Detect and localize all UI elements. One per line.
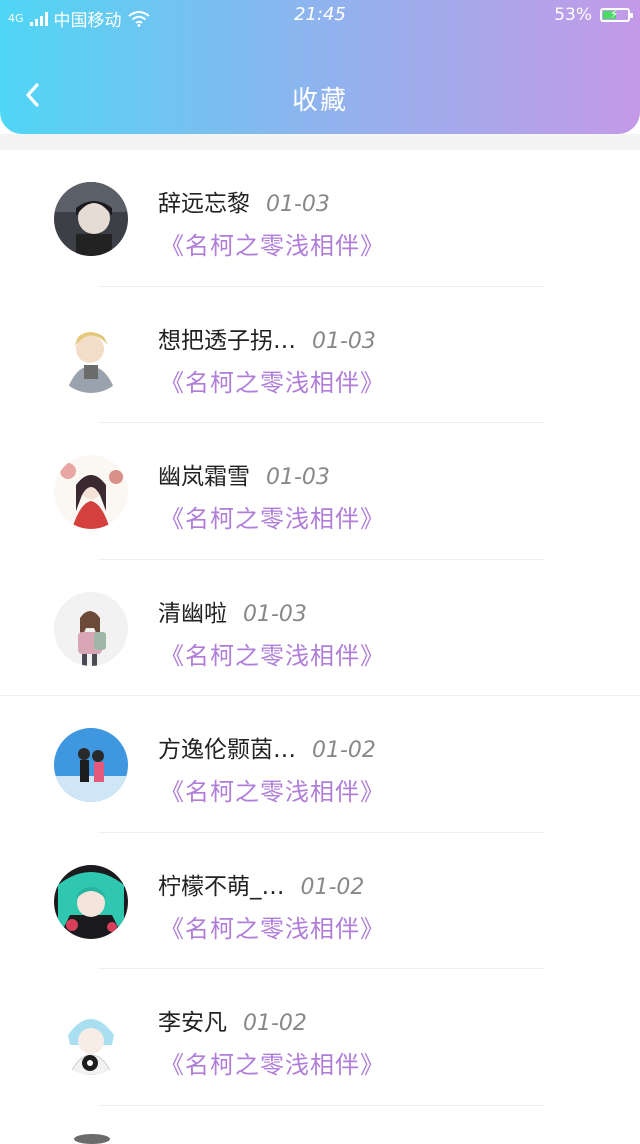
item-header: 清幽啦 01-03 <box>158 594 307 628</box>
book-title-link[interactable]: 《名柯之零浅相伴》 <box>160 772 385 807</box>
item-date: 01-03 <box>312 328 376 354</box>
book-title-link[interactable]: 《名柯之零浅相伴》 <box>160 499 385 534</box>
battery-percent: 53% <box>554 5 592 25</box>
item-date: 01-02 <box>312 738 376 763</box>
status-right: 53% ⚡ <box>554 5 633 25</box>
user-name[interactable]: 柠檬不萌_… <box>158 867 285 901</box>
book-title-link[interactable]: 《名柯之零浅相伴》 <box>160 636 385 671</box>
status-time: 21:45 <box>294 4 346 25</box>
book-title-link[interactable]: 《名柯之零浅相伴》 <box>160 363 385 398</box>
list-item[interactable]: 李安凡 01-02 《名柯之零浅相伴》 <box>0 969 640 1106</box>
battery-icon: ⚡ <box>600 7 633 22</box>
section-spacer <box>0 134 640 150</box>
list-item[interactable]: 柠檬不萌_… 01-02 《名柯之零浅相伴》 <box>0 833 640 969</box>
page-title: 收藏 <box>291 86 348 116</box>
item-date: 01-03 <box>266 192 330 217</box>
avatar[interactable] <box>54 728 128 802</box>
avatar[interactable] <box>54 591 128 666</box>
header-bar: 4G 中国移动 21:45 53% ⚡ 收藏 <box>0 0 640 134</box>
avatar[interactable] <box>54 318 128 393</box>
list-item[interactable]: 清幽啦 01-03 《名柯之零浅相伴》 <box>0 560 640 696</box>
item-header: 幽岚霜雪 01-03 <box>158 457 330 491</box>
charging-icon: ⚡ <box>610 7 619 21</box>
user-name[interactable]: 想把透子拐… <box>158 321 296 355</box>
book-title-link[interactable]: 《名柯之零浅相伴》 <box>160 909 385 944</box>
status-bar: 4G 中国移动 21:45 53% ⚡ <box>0 0 640 31</box>
user-name[interactable]: 幽岚霜雪 <box>158 457 250 491</box>
avatar[interactable] <box>54 182 128 256</box>
divider <box>98 1104 544 1106</box>
item-date: 01-03 <box>266 465 330 490</box>
user-name[interactable]: 方逸伦颢茵… <box>158 730 296 764</box>
item-header: 李安凡 01-02 <box>158 1003 307 1037</box>
list-item[interactable]: 辞远忘黎 01-03 《名柯之零浅相伴》 <box>0 150 640 287</box>
item-header: 想把透子拐… 01-03 <box>158 321 376 355</box>
item-date: 01-02 <box>300 874 365 900</box>
item-header: 柠檬不萌_… 01-02 <box>158 867 364 901</box>
user-name[interactable]: 清幽啦 <box>158 594 227 628</box>
item-header: 方逸伦颢茵… 01-02 <box>158 730 376 764</box>
list-item[interactable]: 想把透子拐… 01-03 《名柯之零浅相伴》 <box>0 287 640 423</box>
item-header: 辞远忘黎 01-03 <box>158 184 330 218</box>
avatar[interactable] <box>54 1001 128 1075</box>
book-title-link[interactable]: 《名柯之零浅相伴》 <box>160 1045 385 1080</box>
avatar[interactable] <box>54 455 128 529</box>
avatar[interactable] <box>74 1134 110 1144</box>
list-item[interactable]: 方逸伦颢茵… 01-02 《名柯之零浅相伴》 <box>0 696 640 833</box>
user-name[interactable]: 李安凡 <box>158 1003 227 1037</box>
item-date: 01-02 <box>243 1011 307 1036</box>
favorites-list: 辞远忘黎 01-03 《名柯之零浅相伴》 想把透子拐… 01-03 《名柯之零浅… <box>0 150 640 1106</box>
item-date: 01-03 <box>243 601 307 627</box>
avatar[interactable] <box>54 864 128 939</box>
user-name[interactable]: 辞远忘黎 <box>158 184 250 218</box>
list-item[interactable]: 幽岚霜雪 01-03 《名柯之零浅相伴》 <box>0 423 640 560</box>
book-title-link[interactable]: 《名柯之零浅相伴》 <box>160 226 385 261</box>
